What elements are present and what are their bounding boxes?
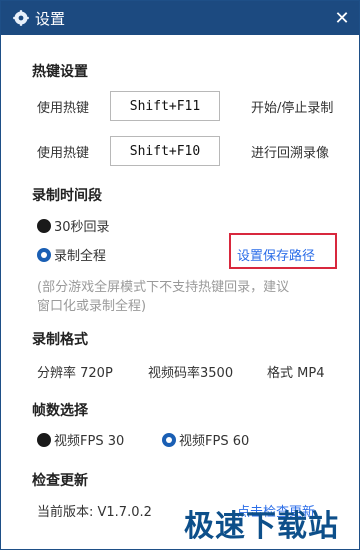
window-title: 设置 [35, 9, 66, 28]
fps-section-title: 帧数选择 [32, 403, 88, 419]
save-path-link[interactable]: 设置保存路径 [237, 245, 315, 264]
current-version: 当前版本: V1.7.0.2 [37, 505, 152, 520]
close-button[interactable]: ✕ [325, 1, 359, 35]
radio-unselected-icon [37, 433, 51, 447]
radio-unselected-icon [37, 219, 51, 233]
hotkey-input-replay[interactable]: Shift+F10 [110, 136, 220, 166]
format-container: 格式 MP4 [267, 366, 325, 381]
format-bitrate: 视频码率3500 [148, 366, 234, 381]
radio-label-fps60: 视频FPS 60 [179, 434, 250, 449]
radio-label-30s: 30秒回录 [54, 220, 110, 235]
note-line-1: (部分游戏全屏模式下不支持热键回录，建议 [37, 280, 290, 295]
hotkey-action-1: 开始/停止录制 [251, 101, 334, 116]
hotkey-section-title: 热键设置 [32, 64, 88, 80]
format-resolution: 分辨率 720P [37, 366, 113, 381]
record-time-section-title: 录制时间段 [32, 188, 102, 204]
watermark-logo: 极速下载站 [184, 509, 339, 544]
note-line-2: 窗口化或录制全程) [37, 299, 147, 314]
hotkey-input-record[interactable]: Shift+F11 [110, 91, 220, 121]
settings-window: 设置 ✕ 热键设置 使用热键 Shift+F11 开始/停止录制 使用热键 Sh… [0, 0, 360, 550]
format-section-title: 录制格式 [32, 332, 88, 348]
title-bar[interactable]: 设置 ✕ [1, 1, 359, 35]
gear-icon [13, 10, 29, 26]
radio-label-full: 录制全程 [54, 249, 107, 264]
hotkey-action-2: 进行回溯录像 [251, 146, 330, 161]
hotkey-label-1: 使用热键 [37, 101, 90, 116]
hotkey-label-2: 使用热键 [37, 146, 90, 161]
radio-selected-icon [37, 248, 51, 262]
close-icon: ✕ [334, 7, 350, 29]
update-section-title: 检查更新 [32, 473, 88, 489]
radio-label-fps30: 视频FPS 30 [54, 434, 125, 449]
radio-selected-icon [162, 433, 176, 447]
